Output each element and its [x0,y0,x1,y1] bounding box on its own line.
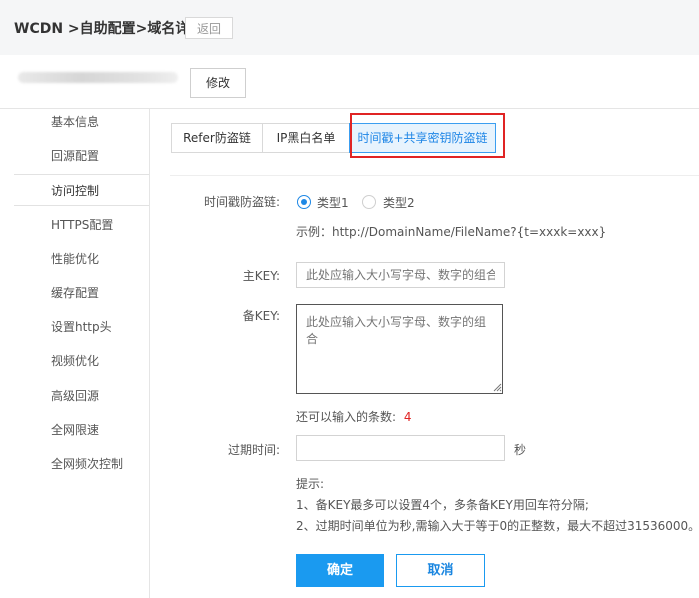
sidebar-item-frequency-control[interactable]: 全网频次控制 [0,448,149,480]
domain-name-redacted [18,72,178,83]
sidebar-item-basic-info[interactable]: 基本信息 [0,106,149,138]
modify-button[interactable]: 修改 [190,68,246,98]
type2-label[interactable]: 类型2 [383,194,415,211]
backup-key-label: 备KEY: [242,309,280,323]
page-title: WCDN >自助配置>域名详情 [14,21,204,37]
sidebar: 基本信息 回源配置 访问控制 HTTPS配置 性能优化 缓存配置 设置http头… [0,109,150,598]
hint-line-1: 1、备KEY最多可以设置4个，多条备KEY用回车符分隔; [296,498,589,512]
expire-input[interactable] [296,435,505,461]
expire-unit: 秒 [514,443,527,457]
backup-key-textarea[interactable] [296,304,503,394]
sidebar-item-performance[interactable]: 性能优化 [0,243,149,275]
resize-grip-icon[interactable] [493,383,502,392]
sidebar-item-speed-limit[interactable]: 全网限速 [0,414,149,446]
remaining-count-text: 还可以输入的条数: 4 [296,408,412,425]
timestamp-label: 时间戳防盗链: [203,195,280,209]
hint-line-2: 2、过期时间单位为秒,需输入大于等于0的正整数，最大不超过31536000。 [296,519,699,533]
type1-label[interactable]: 类型1 [317,194,349,211]
tab-refer-hotlink[interactable]: Refer防盗链 [171,123,263,153]
type2-radio[interactable] [362,195,376,209]
sidebar-item-advanced-origin[interactable]: 高级回源 [0,380,149,412]
expire-label: 过期时间: [227,443,280,457]
highlight-box [350,113,505,158]
example-text: 示例：http://DomainName/FileName?{t=xxxk=xx… [296,225,607,239]
sidebar-item-http-header[interactable]: 设置http头 [0,311,149,343]
main-key-label: 主KEY: [242,269,280,283]
cancel-button[interactable]: 取消 [396,554,485,587]
sidebar-item-access-control[interactable]: 访问控制 [14,174,149,206]
confirm-button[interactable]: 确定 [296,554,384,587]
remaining-label: 还可以输入的条数: [296,410,397,424]
sidebar-item-origin-config[interactable]: 回源配置 [0,140,149,172]
remaining-count: 4 [403,410,412,424]
divider [170,175,699,176]
type1-radio[interactable] [297,195,311,209]
main-key-input[interactable] [296,262,505,288]
sidebar-item-cache-config[interactable]: 缓存配置 [0,277,149,309]
sidebar-item-https-config[interactable]: HTTPS配置 [0,209,149,241]
back-button[interactable]: 返回 [185,17,233,39]
tab-ip-blacklist[interactable]: IP黑白名单 [262,123,350,153]
hint-title: 提示: [296,477,325,491]
sidebar-item-video-optimize[interactable]: 视频优化 [0,345,149,377]
